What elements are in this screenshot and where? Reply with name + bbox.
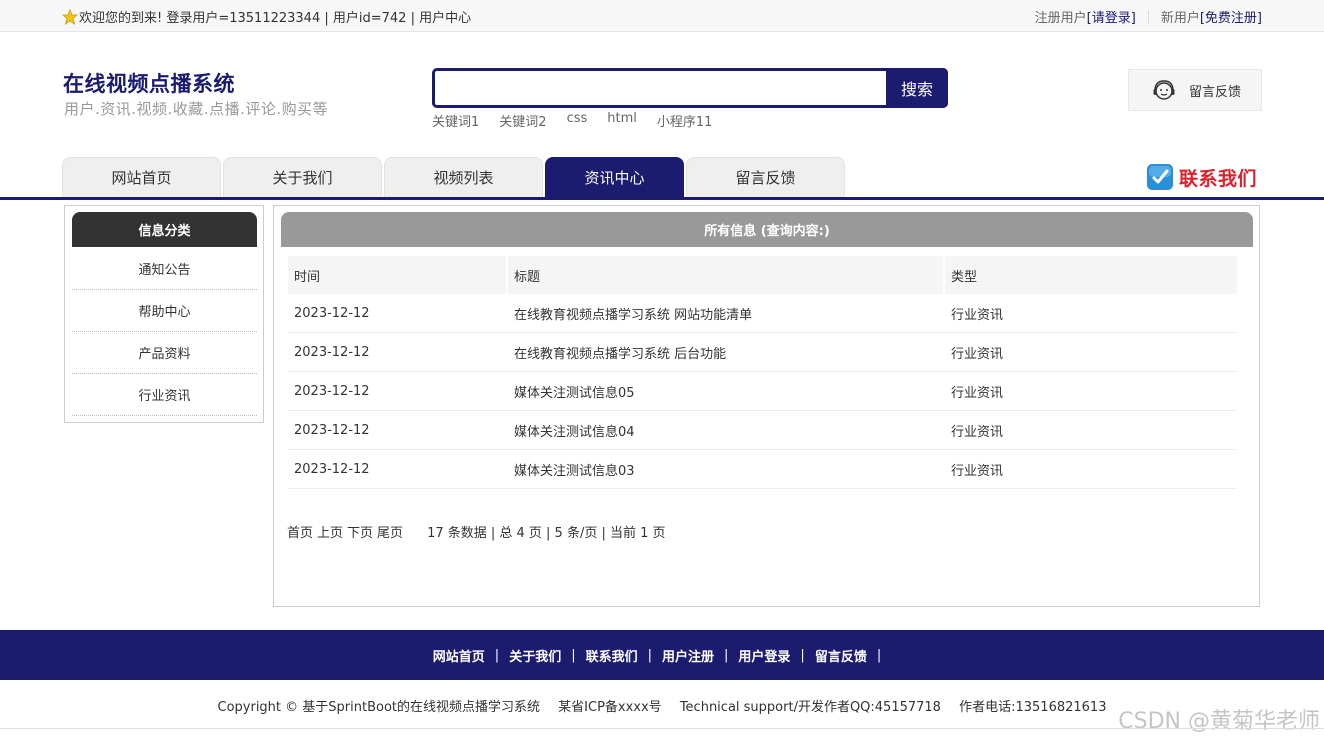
keyword-link[interactable]: html bbox=[607, 111, 637, 130]
tab-about[interactable]: 关于我们 bbox=[223, 157, 382, 197]
sidebar-title: 信息分类 bbox=[72, 212, 257, 247]
row-title-link[interactable]: 媒体关注测试信息03 bbox=[508, 450, 945, 488]
icp-text: 某省ICP备xxxx号 bbox=[558, 700, 662, 715]
register-link[interactable]: [免费注册] bbox=[1200, 7, 1262, 26]
top-bar: 欢迎您的到来! 登录用户=13511223344 | 用户id=742 | 用户… bbox=[0, 0, 1324, 32]
search-box: 搜索 bbox=[432, 68, 948, 108]
table-row[interactable]: 2023-12-12 在线教育视频点播学习系统 网站功能清单 行业资讯 bbox=[288, 294, 1237, 333]
row-title-link[interactable]: 媒体关注测试信息05 bbox=[508, 372, 945, 410]
footer-link-contact[interactable]: 联系我们 bbox=[586, 646, 638, 665]
row-type: 行业资讯 bbox=[951, 346, 1004, 362]
last-page-link[interactable]: 尾页 bbox=[377, 522, 403, 541]
row-type: 行业资讯 bbox=[951, 424, 1004, 440]
row-title-link[interactable]: 在线教育视频点播学习系统 后台功能 bbox=[508, 333, 945, 371]
table-row[interactable]: 2023-12-12 媒体关注测试信息04 行业资讯 bbox=[288, 411, 1237, 450]
new-user-label: 新用户 bbox=[1160, 11, 1200, 26]
table-row[interactable]: 2023-12-12 媒体关注测试信息03 行业资讯 bbox=[288, 450, 1237, 489]
column-header-type: 类型 bbox=[951, 269, 978, 285]
hot-keywords: 关键词1 关键词2 css html 小程序11 bbox=[432, 111, 732, 130]
table-header: 时间 标题 类型 bbox=[288, 256, 1237, 294]
first-page-link[interactable]: 首页 bbox=[287, 522, 313, 541]
row-date: 2023-12-12 bbox=[294, 461, 370, 477]
account-links: 注册用户 [请登录] 新用户 [免费注册] bbox=[1035, 7, 1262, 26]
star-icon bbox=[62, 8, 78, 25]
row-date: 2023-12-12 bbox=[294, 305, 370, 321]
pagination-info: 17 条数据 | 总 4 页 | 5 条/页 | 当前 1 页 bbox=[427, 526, 666, 541]
support-text: Technical support/开发作者QQ:45157718 bbox=[679, 700, 941, 715]
tab-home[interactable]: 网站首页 bbox=[62, 157, 221, 197]
keyword-link[interactable]: 关键词2 bbox=[499, 111, 546, 130]
tab-feedback[interactable]: 留言反馈 bbox=[686, 157, 845, 197]
row-title-link[interactable]: 媒体关注测试信息04 bbox=[508, 411, 945, 449]
contact-us-label: 联系我们 bbox=[1179, 167, 1258, 190]
contact-us-link[interactable]: 联系我们 bbox=[1146, 163, 1257, 191]
main-nav: 网站首页 关于我们 视频列表 资讯中心 留言反馈 bbox=[62, 157, 847, 197]
search-button[interactable]: 搜索 bbox=[886, 68, 948, 108]
footer-link-register[interactable]: 用户注册 bbox=[662, 646, 714, 665]
site-title[interactable]: 在线视频点播系统 bbox=[63, 68, 235, 98]
pagination: 首页 上页 下页 尾页 17 条数据 | 总 4 页 | 5 条/页 | 当前 … bbox=[287, 522, 666, 541]
footer-nav: 网站首页 | 关于我们 | 联系我们 | 用户注册 | 用户登录 | 留言反馈 | bbox=[0, 630, 1324, 680]
watermark: CSDN @黄菊华老师 bbox=[1118, 709, 1320, 734]
footer-link-about[interactable]: 关于我们 bbox=[509, 646, 561, 665]
site-subtitle: 用户.资讯.视频.收藏.点播.评论.购买等 bbox=[64, 100, 329, 118]
column-header-time: 时间 bbox=[288, 256, 508, 294]
copyright-text: Copyright © 基于SprintBoot的在线视频点播学习系统 bbox=[217, 700, 541, 715]
welcome-text[interactable]: 欢迎您的到来! 登录用户=13511223344 | 用户id=742 | 用户… bbox=[79, 7, 471, 26]
divider: | bbox=[876, 647, 882, 663]
footer-link-feedback[interactable]: 留言反馈 bbox=[815, 646, 867, 665]
tab-videos[interactable]: 视频列表 bbox=[384, 157, 543, 197]
row-date: 2023-12-12 bbox=[294, 422, 370, 438]
footer-link-login[interactable]: 用户登录 bbox=[738, 646, 790, 665]
row-date: 2023-12-12 bbox=[294, 383, 370, 399]
login-link[interactable]: [请登录] bbox=[1087, 7, 1136, 26]
sidebar-item-notices[interactable]: 通知公告 bbox=[72, 248, 257, 290]
keyword-link[interactable]: 关键词1 bbox=[432, 111, 479, 130]
news-panel: 所有信息 (查询内容:) 时间 标题 类型 2023-12-12 在线教育视频点… bbox=[273, 205, 1260, 607]
row-type: 行业资讯 bbox=[951, 463, 1004, 479]
row-type: 行业资讯 bbox=[951, 307, 1004, 323]
panel-title: 所有信息 (查询内容:) bbox=[281, 212, 1253, 247]
divider: | bbox=[724, 647, 729, 663]
welcome-area: 欢迎您的到来! 登录用户=13511223344 | 用户id=742 | 用户… bbox=[62, 7, 471, 26]
divider: | bbox=[571, 647, 576, 663]
divider bbox=[1147, 9, 1149, 24]
nav-divider bbox=[0, 197, 1324, 200]
phone-text: 作者电话:13516821613 bbox=[959, 700, 1107, 715]
phone-icon bbox=[1147, 164, 1173, 190]
sidebar-item-products[interactable]: 产品资料 bbox=[72, 332, 257, 374]
divider bbox=[0, 728, 1324, 729]
sidebar-item-help[interactable]: 帮助中心 bbox=[72, 290, 257, 332]
search-input[interactable] bbox=[435, 71, 887, 105]
divider: | bbox=[647, 647, 652, 663]
column-header-title: 标题 bbox=[508, 256, 945, 294]
customer-service-icon bbox=[1153, 80, 1175, 100]
table-row[interactable]: 2023-12-12 媒体关注测试信息05 行业资讯 bbox=[288, 372, 1237, 411]
prev-page-link[interactable]: 上页 bbox=[317, 522, 343, 541]
table-row[interactable]: 2023-12-12 在线教育视频点播学习系统 后台功能 行业资讯 bbox=[288, 333, 1237, 372]
news-table: 时间 标题 类型 2023-12-12 在线教育视频点播学习系统 网站功能清单 … bbox=[288, 256, 1237, 489]
row-title-link[interactable]: 在线教育视频点播学习系统 网站功能清单 bbox=[508, 294, 945, 332]
divider: | bbox=[800, 647, 805, 663]
row-date: 2023-12-12 bbox=[294, 344, 370, 360]
row-type: 行业资讯 bbox=[951, 385, 1004, 401]
feedback-label: 留言反馈 bbox=[1189, 84, 1242, 100]
divider: | bbox=[494, 647, 500, 663]
feedback-button[interactable]: 留言反馈 bbox=[1128, 69, 1262, 111]
keyword-link[interactable]: 小程序11 bbox=[657, 111, 713, 130]
footer-link-home[interactable]: 网站首页 bbox=[433, 646, 485, 665]
next-page-link[interactable]: 下页 bbox=[347, 522, 373, 541]
tab-news[interactable]: 资讯中心 bbox=[545, 157, 684, 197]
sidebar-item-industry[interactable]: 行业资讯 bbox=[72, 374, 257, 416]
registered-user-label: 注册用户 bbox=[1034, 11, 1087, 26]
category-sidebar: 信息分类 通知公告 帮助中心 产品资料 行业资讯 bbox=[64, 205, 264, 423]
keyword-link[interactable]: css bbox=[567, 111, 588, 130]
